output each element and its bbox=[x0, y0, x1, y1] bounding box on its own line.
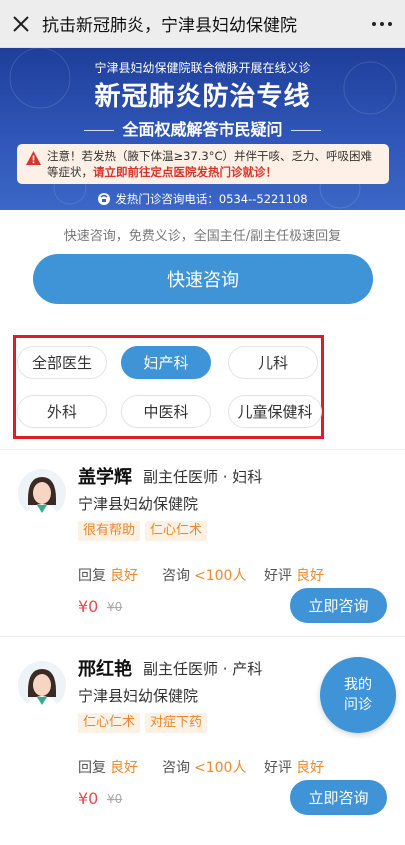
float-label-line1: 我的 bbox=[344, 677, 372, 693]
doctor-avatar-icon bbox=[18, 661, 66, 709]
dept-chip-obgyn[interactable]: 妇产科 bbox=[121, 346, 211, 379]
rating-value: 良好 bbox=[296, 568, 324, 584]
rating-label: 好评 bbox=[264, 760, 292, 776]
notice-highlight: 请立即前往定点医院发热门诊就诊！ bbox=[93, 165, 277, 179]
price: ¥0 bbox=[78, 789, 99, 808]
quick-consult-button[interactable]: 快速咨询 bbox=[33, 254, 373, 304]
avatar bbox=[18, 661, 66, 709]
doctor-tag: 仁心仁术 bbox=[78, 713, 141, 733]
dept-chip-tcm[interactable]: 中医科 bbox=[121, 395, 211, 428]
title-bar: 抗击新冠肺炎，宁津县妇幼保健院 bbox=[0, 0, 405, 48]
doctor-name: 盖学辉 bbox=[78, 467, 132, 488]
doctor-avatar-icon bbox=[18, 469, 66, 517]
original-price: ¥0 bbox=[107, 600, 123, 614]
rating-value: 良好 bbox=[296, 760, 324, 776]
doctor-tag: 仁心仁术 bbox=[145, 521, 208, 541]
doctor-hospital: 宁津县妇幼保健院 bbox=[78, 495, 199, 513]
warning-icon bbox=[26, 151, 41, 165]
original-price: ¥0 bbox=[107, 792, 123, 806]
rating-label: 好评 bbox=[264, 568, 292, 584]
consult-label: 咨询 bbox=[162, 568, 190, 584]
dept-chip-pediatrics[interactable]: 儿科 bbox=[228, 346, 318, 379]
campaign-banner: 宁津县妇幼保健院联合微脉开展在线义诊 新冠肺炎防治专线 全面权威解答市民疑问 注… bbox=[0, 48, 405, 210]
doctor-title: 副主任医师 · 产科 bbox=[143, 660, 263, 678]
dept-chip-surgery[interactable]: 外科 bbox=[17, 395, 107, 428]
consult-now-button[interactable]: 立即咨询 bbox=[290, 588, 387, 623]
avatar bbox=[18, 469, 66, 517]
banner-title: 新冠肺炎防治专线 bbox=[94, 82, 311, 112]
reply-value: 良好 bbox=[110, 760, 138, 776]
consult-slogan: 快速咨询，免费义诊，全国主任/副主任极速回复 bbox=[63, 229, 342, 244]
more-button[interactable] bbox=[359, 0, 405, 48]
phone-icon bbox=[98, 193, 111, 205]
hotline: 发热门诊咨询电话：0534--5221108 bbox=[0, 191, 405, 207]
divider bbox=[0, 449, 405, 450]
reply-label: 回复 bbox=[78, 760, 106, 776]
fever-notice: 注意！若发热（腋下体温≥37.3°C）并伴干咳、乏力、呼吸困难等症状，请立即前往… bbox=[17, 144, 389, 184]
doctor-title: 副主任医师 · 妇科 bbox=[143, 468, 263, 486]
float-label-line2: 问诊 bbox=[344, 697, 372, 713]
banner-tagline: 全面权威解答市民疑问 bbox=[0, 116, 405, 140]
reply-label: 回复 bbox=[78, 568, 106, 584]
doctor-tag: 对症下药 bbox=[145, 713, 208, 733]
reply-value: 良好 bbox=[110, 568, 138, 584]
banner-subtitle: 宁津县妇幼保健院联合微脉开展在线义诊 bbox=[94, 61, 311, 75]
doctor-hospital: 宁津县妇幼保健院 bbox=[78, 687, 199, 705]
dept-chip-all[interactable]: 全部医生 bbox=[17, 346, 107, 379]
consult-label: 咨询 bbox=[162, 760, 190, 776]
dept-chip-child-health[interactable]: 儿童保健科 bbox=[228, 395, 322, 428]
price: ¥0 bbox=[78, 597, 99, 616]
doctor-name: 邢红艳 bbox=[78, 659, 132, 680]
page-title: 抗击新冠肺炎，宁津县妇幼保健院 bbox=[42, 16, 297, 36]
consult-value: <100人 bbox=[194, 568, 247, 584]
more-icon bbox=[370, 21, 394, 26]
close-icon bbox=[13, 15, 29, 32]
doctor-card[interactable]: 盖学辉 副主任医师 · 妇科 宁津县妇幼保健院 很有帮助 仁心仁术 回复 良好 … bbox=[0, 463, 405, 653]
consult-now-button[interactable]: 立即咨询 bbox=[290, 780, 387, 815]
my-consultations-button[interactable]: 我的 问诊 bbox=[320, 657, 396, 733]
consult-value: <100人 bbox=[194, 760, 247, 776]
divider bbox=[0, 636, 405, 637]
doctor-tag: 很有帮助 bbox=[78, 521, 141, 541]
close-button[interactable] bbox=[0, 0, 42, 48]
